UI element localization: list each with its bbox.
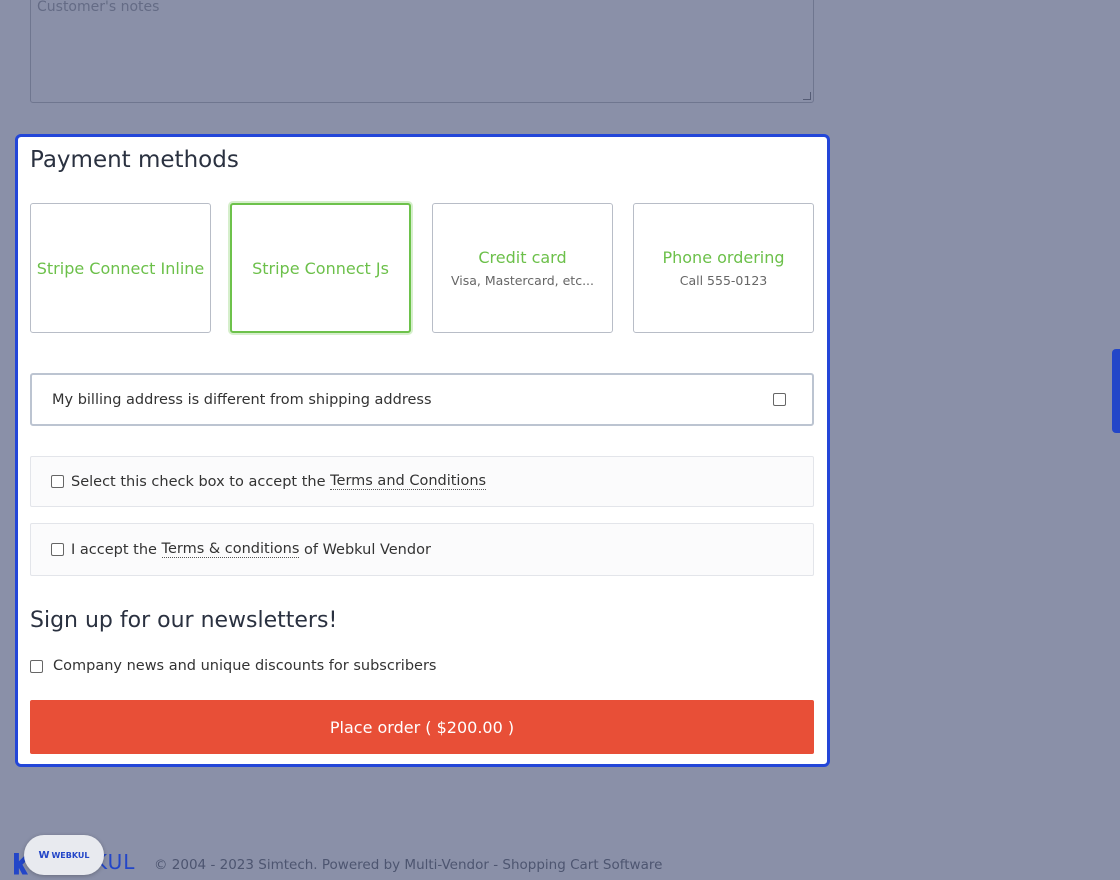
method-name: Phone ordering [662,248,785,267]
terms-conditions-text: Select this check box to accept the [71,473,331,490]
newsletter-option-label: Company news and unique discounts for su… [53,658,437,674]
vendor-terms-checkbox[interactable] [51,543,64,556]
payment-methods-list: Stripe Connect Inline Stripe Connect Js … [30,203,814,333]
terms-conditions-row: Select this check box to accept the Term… [30,456,814,507]
terms-conditions-checkbox[interactable] [51,475,64,488]
method-description: Visa, Mastercard, etc... [451,273,594,288]
webkul-badge[interactable]: W WEBKUL [24,835,104,875]
payment-methods-title: Payment methods [30,147,239,173]
footer-copyright: © 2004 - 2023 Simtech. Powered by Multi-… [154,857,663,873]
vendor-terms-prefix: I accept the [71,541,162,558]
terms-conditions-link[interactable]: Terms and Conditions [330,473,487,490]
billing-address-label: My billing address is different from shi… [52,391,432,408]
method-description: Call 555-0123 [679,273,768,288]
place-order-button[interactable]: Place order ( $200.00 ) [30,700,814,754]
customer-notes-field[interactable] [30,0,814,103]
method-stripe-connect-js[interactable]: Stripe Connect Js [230,203,411,333]
method-name: Stripe Connect Js [252,258,389,278]
billing-address-toggle[interactable]: My billing address is different from shi… [30,373,814,426]
vendor-terms-suffix: of Webkul Vendor [299,541,431,558]
webkul-badge-text: WEBKUL [51,850,90,860]
method-credit-card[interactable]: Credit card Visa, Mastercard, etc... [432,203,613,333]
method-name: Credit card [478,248,567,267]
method-stripe-connect-inline[interactable]: Stripe Connect Inline [30,203,211,333]
customer-notes-textarea[interactable] [31,0,813,102]
resize-grip-icon[interactable] [803,92,811,100]
method-name: Stripe Connect Inline [36,258,205,278]
billing-address-checkbox[interactable] [773,393,786,406]
vendor-terms-link[interactable]: Terms & conditions [161,541,300,558]
payment-panel: Payment methods Stripe Connect Inline St… [15,134,830,767]
newsletter-title: Sign up for our newsletters! [30,608,338,633]
side-feedback-tab[interactable] [1112,349,1120,433]
vendor-terms-row: I accept the Terms & conditions of Webku… [30,523,814,576]
newsletter-option[interactable]: Company news and unique discounts for su… [30,658,436,674]
newsletter-checkbox[interactable] [30,659,43,673]
webkul-w-icon: W [38,849,50,861]
method-phone-ordering[interactable]: Phone ordering Call 555-0123 [633,203,814,333]
